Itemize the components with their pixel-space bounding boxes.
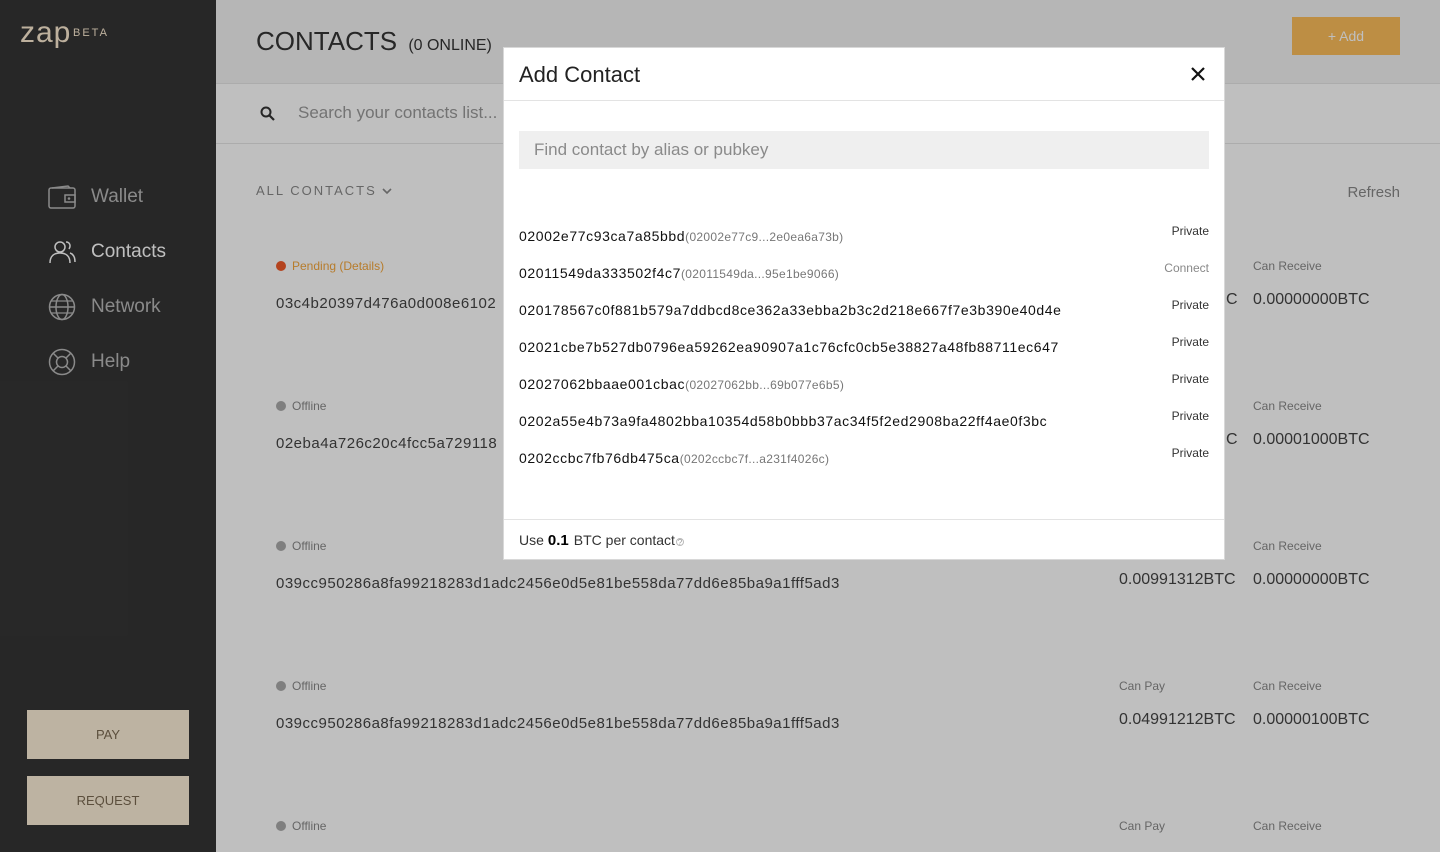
btc-amount-value[interactable]: 0.1 [548, 532, 569, 549]
node-short-key: (0202ccbc7f...a231f4026c) [679, 452, 830, 466]
modal-footer: Use 0.1 BTC per contact ? [504, 519, 1224, 560]
node-key-text: 0202a55e4b73a9fa4802bba10354d58b0bbb37ac… [519, 413, 1048, 429]
private-button[interactable]: Private [1172, 409, 1209, 423]
list-item[interactable]: 020178567c0f881b579a7ddbcd8ce362a33ebba2… [519, 298, 1209, 326]
private-button[interactable]: Private [1172, 224, 1209, 238]
list-item[interactable]: 0202ccbc7fb76db475ca(0202ccbc7f...a231f4… [519, 446, 1209, 474]
private-button[interactable]: Private [1172, 372, 1209, 386]
footer-prefix: Use [519, 532, 544, 548]
node-pubkey: 02021cbe7b527db0796ea59262ea90907a1c76cf… [519, 339, 1059, 355]
node-key-text: 02027062bbaae001cbac [519, 376, 686, 392]
node-pubkey: 0202ccbc7fb76db475ca(0202ccbc7f...a231f4… [519, 450, 829, 466]
node-key-text: 02021cbe7b527db0796ea59262ea90907a1c76cf… [519, 339, 1059, 355]
btc-per-contact-setting: Use 0.1 BTC per contact ? [519, 532, 684, 549]
connect-button[interactable]: Connect [1164, 261, 1209, 275]
node-key-text: 02011549da333502f4c7 [519, 265, 682, 281]
node-key-text: 02002e77c93ca7a85bbd [519, 228, 686, 244]
add-contact-modal: Add Contact 02002e77c93ca7a85bbd(02002e7… [503, 47, 1225, 560]
private-button[interactable]: Private [1172, 446, 1209, 460]
find-contact-input[interactable] [519, 131, 1209, 169]
list-item[interactable]: 02021cbe7b527db0796ea59262ea90907a1c76cf… [519, 335, 1209, 363]
private-button[interactable]: Private [1172, 335, 1209, 349]
node-pubkey: 02011549da333502f4c7(02011549da...95e1be… [519, 265, 839, 281]
private-button[interactable]: Private [1172, 298, 1209, 312]
modal-title: Add Contact [519, 62, 641, 87]
node-pubkey: 02002e77c93ca7a85bbd(02002e77c9...2e0ea6… [519, 228, 843, 244]
list-item[interactable]: 0202a55e4b73a9fa4802bba10354d58b0bbb37ac… [519, 409, 1209, 437]
node-key-text: 0202ccbc7fb76db475ca [519, 450, 680, 466]
help-icon[interactable]: ? [675, 538, 684, 547]
node-pubkey: 02027062bbaae001cbac(02027062bb...69b077… [519, 376, 844, 392]
list-item[interactable]: 02002e77c93ca7a85bbd(02002e77c9...2e0ea6… [519, 224, 1209, 252]
list-item[interactable]: 02027062bbaae001cbac(02027062bb...69b077… [519, 372, 1209, 400]
list-item[interactable]: 02011549da333502f4c7(02011549da...95e1be… [519, 261, 1209, 289]
node-short-key: (02011549da...95e1be9066) [681, 267, 840, 281]
node-short-key: (02027062bb...69b077e6b5) [685, 378, 845, 392]
close-icon[interactable] [1188, 64, 1208, 84]
node-pubkey: 020178567c0f881b579a7ddbcd8ce362a33ebba2… [519, 302, 1062, 318]
node-key-text: 020178567c0f881b579a7ddbcd8ce362a33ebba2… [519, 302, 1062, 318]
modal-header: Add Contact [504, 48, 1224, 101]
node-pubkey: 0202a55e4b73a9fa4802bba10354d58b0bbb37ac… [519, 413, 1047, 429]
footer-suffix: BTC per contact [573, 532, 675, 548]
node-short-key: (02002e77c9...2e0ea6a73b) [685, 230, 844, 244]
